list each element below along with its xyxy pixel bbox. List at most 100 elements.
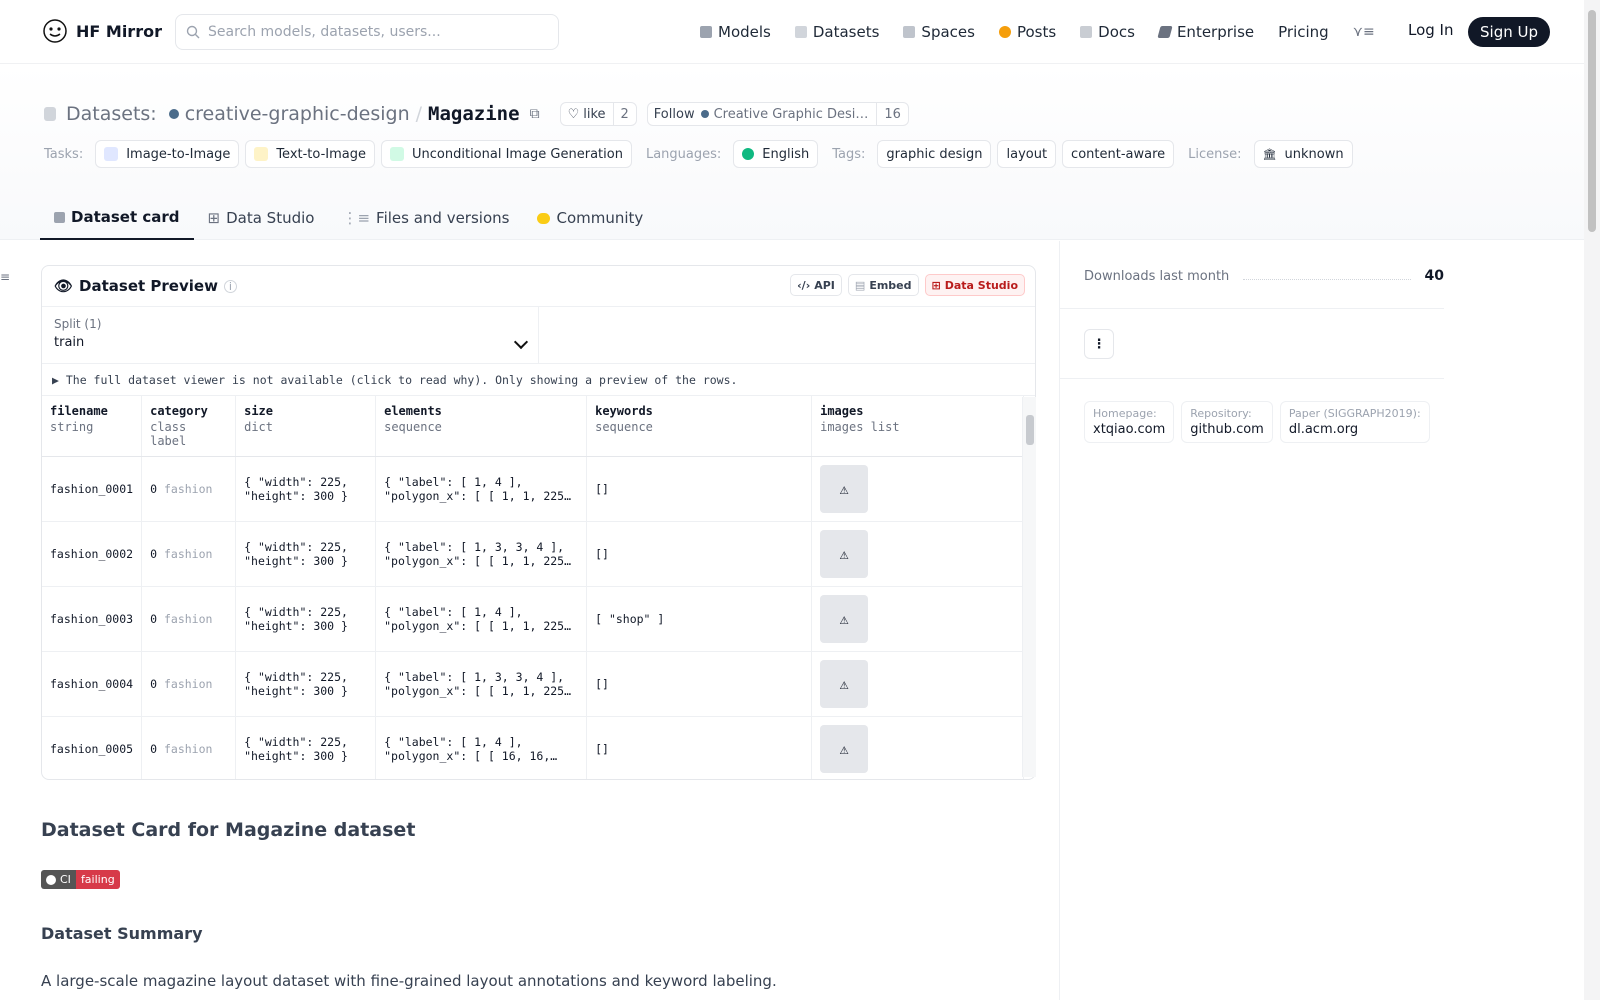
cell-filename: fashion_0005 — [42, 716, 143, 779]
login-link[interactable]: Log In — [1408, 21, 1454, 39]
column-header[interactable]: filename string — [42, 396, 143, 457]
tag-row: Tasks: Image-to-Image Text-to-Image Unco… — [44, 140, 1353, 168]
scrollbar-thumb[interactable] — [1588, 10, 1596, 232]
embed-button[interactable]: ▤ Embed — [847, 274, 919, 296]
column-header[interactable]: category class label — [141, 396, 237, 457]
tab-files[interactable]: ⋮≡ Files and versions — [328, 196, 523, 240]
copy-icon[interactable]: ⧉ — [530, 106, 540, 122]
table-scrollbar[interactable] — [1022, 397, 1036, 777]
ci-badge[interactable]: CI failing — [41, 870, 120, 889]
info-icon[interactable]: i — [223, 279, 237, 293]
broken-image-icon[interactable]: ⚠ — [820, 725, 869, 773]
table-row[interactable]: fashion_0004 0 fashion { "width": 225, "… — [42, 651, 1025, 717]
broken-image-icon[interactable]: ⚠ — [820, 465, 869, 513]
preview-actions: ‹/› API ▤ Embed ⊞ Data Studio — [790, 274, 1025, 296]
tag-label: unknown — [1284, 146, 1344, 162]
follow-button[interactable]: Follow Creative Graphic Desi… 16 — [646, 102, 909, 126]
nav-datasets[interactable]: Datasets — [794, 23, 879, 41]
brand[interactable]: HF Mirror — [42, 18, 162, 44]
more-options-button[interactable]: ⋮ — [1084, 329, 1114, 359]
cell-size: { "width": 225, "height": 300 } — [235, 521, 377, 587]
cell-filename: fashion_0004 — [42, 651, 143, 717]
viewer-notice[interactable]: ▶ The full dataset viewer is not availab… — [42, 364, 1035, 396]
nav-models[interactable]: Models — [700, 23, 771, 41]
github-icon — [46, 874, 56, 885]
column-header[interactable]: keywords sequence — [586, 396, 813, 457]
tab-data-studio[interactable]: ⊞ Data Studio — [194, 196, 329, 240]
column-header[interactable]: images images list — [811, 396, 1025, 457]
like-label: like — [583, 106, 606, 122]
sidebar-toggle-icon[interactable]: ≡ — [0, 270, 10, 284]
link-key: Repository: — [1190, 407, 1252, 420]
task-tag-unconditional[interactable]: Unconditional Image Generation — [381, 140, 632, 168]
table-row[interactable]: fashion_0001 0 fashion { "width": 225, "… — [42, 456, 1025, 522]
task-tag-text-to-image[interactable]: Text-to-Image — [245, 140, 376, 168]
language-tag-english[interactable]: English — [733, 140, 819, 168]
split-selector[interactable]: Split (1) train — [42, 307, 539, 364]
tag-graphic-design[interactable]: graphic design — [877, 140, 992, 168]
cell-images: ⚠ — [811, 586, 1025, 652]
tab-dataset-card[interactable]: Dataset card — [40, 196, 194, 240]
homepage-link[interactable]: Homepage: xtqiao.com — [1084, 401, 1175, 443]
external-links: Homepage: xtqiao.com Repository: github.co… — [1084, 401, 1430, 443]
category-id: 0 — [150, 482, 158, 496]
broken-image-icon[interactable]: ⚠ — [820, 660, 869, 708]
nav-docs[interactable]: Docs — [1080, 23, 1135, 41]
follow-org: Creative Graphic Desi… — [713, 106, 869, 122]
broken-image-icon[interactable]: ⚠ — [820, 595, 869, 643]
cell-elements: { "label": [ 1, 3, 3, 4 ], "polygon_x": … — [375, 651, 588, 717]
broken-image-icon[interactable]: ⚠ — [820, 530, 869, 578]
like-button[interactable]: ♡ like 2 — [559, 102, 637, 126]
license-tag[interactable]: 🏛 unknown — [1253, 140, 1353, 168]
column-name: keywords — [595, 404, 653, 418]
api-button[interactable]: ‹/› API — [790, 274, 842, 296]
paper-link[interactable]: Paper (SIGGRAPH2019): dl.acm.org — [1279, 401, 1430, 443]
nav-spaces[interactable]: Spaces — [903, 23, 975, 41]
cell-images: ⚠ — [811, 716, 1025, 779]
tag-label: Text-to-Image — [276, 146, 367, 162]
task-tag-image-to-image[interactable]: Image-to-Image — [95, 140, 240, 168]
heart-icon: ♡ — [567, 106, 580, 122]
nav-posts[interactable]: Posts — [998, 23, 1056, 41]
link-key: Paper (SIGGRAPH2019): — [1288, 407, 1421, 420]
data-studio-button[interactable]: ⊞ Data Studio — [924, 274, 1025, 296]
search-box[interactable] — [175, 14, 559, 50]
search-input[interactable] — [208, 24, 528, 40]
preview-header: 👁 Dataset Preview i ‹/› API ▤ Embed ⊞ Data … — [42, 266, 1035, 307]
globe-icon — [742, 148, 755, 160]
cell-images: ⚠ — [811, 456, 1025, 522]
cell-elements: { "label": [ 1, 3, 3, 4 ], "polygon_x": … — [375, 521, 588, 587]
repository-link[interactable]: Repository: github.com — [1181, 401, 1273, 443]
nav-pricing[interactable]: Pricing — [1278, 23, 1329, 41]
menu-icon: ⋎≡ — [1352, 24, 1375, 40]
column-header[interactable]: size dict — [235, 396, 377, 457]
like-count: 2 — [612, 103, 636, 125]
community-icon — [537, 212, 551, 224]
cell-size: { "width": 225, "height": 300 } — [235, 456, 377, 522]
nav-label: Models — [718, 23, 771, 41]
nav-enterprise[interactable]: Enterprise — [1157, 23, 1254, 41]
scrollbar-thumb[interactable] — [1026, 415, 1034, 445]
repo-name[interactable]: Magazine — [428, 103, 520, 125]
split-label: Split (1) — [54, 317, 102, 331]
table-row[interactable]: fashion_0002 0 fashion { "width": 225, "… — [42, 521, 1025, 587]
table-row[interactable]: fashion_0003 0 fashion { "width": 225, "… — [42, 586, 1025, 652]
embed-label: Embed — [869, 278, 912, 292]
tag-layout[interactable]: layout — [997, 140, 1057, 168]
tab-community[interactable]: Community — [523, 196, 657, 240]
table-row[interactable]: fashion_0005 0 fashion { "width": 225, "… — [42, 716, 1025, 779]
table-header-row: filename string category class label size d… — [42, 396, 1025, 457]
signup-button[interactable]: Sign Up — [1468, 17, 1550, 47]
follower-count: 16 — [876, 103, 908, 125]
column-type: sequence — [384, 420, 442, 434]
page-scrollbar[interactable] — [1584, 0, 1600, 1000]
link-value: github.com — [1190, 422, 1264, 437]
enterprise-icon — [1157, 26, 1173, 38]
nav-more[interactable]: ⋎≡ — [1353, 24, 1375, 40]
column-header[interactable]: elements sequence — [375, 396, 588, 457]
tag-content-aware[interactable]: content-aware — [1062, 140, 1175, 168]
dotted-leader — [1243, 272, 1411, 280]
eye-icon: 👁 — [54, 277, 74, 295]
repo-owner[interactable]: creative-graphic-design — [185, 103, 410, 125]
path-separator: / — [415, 103, 423, 125]
